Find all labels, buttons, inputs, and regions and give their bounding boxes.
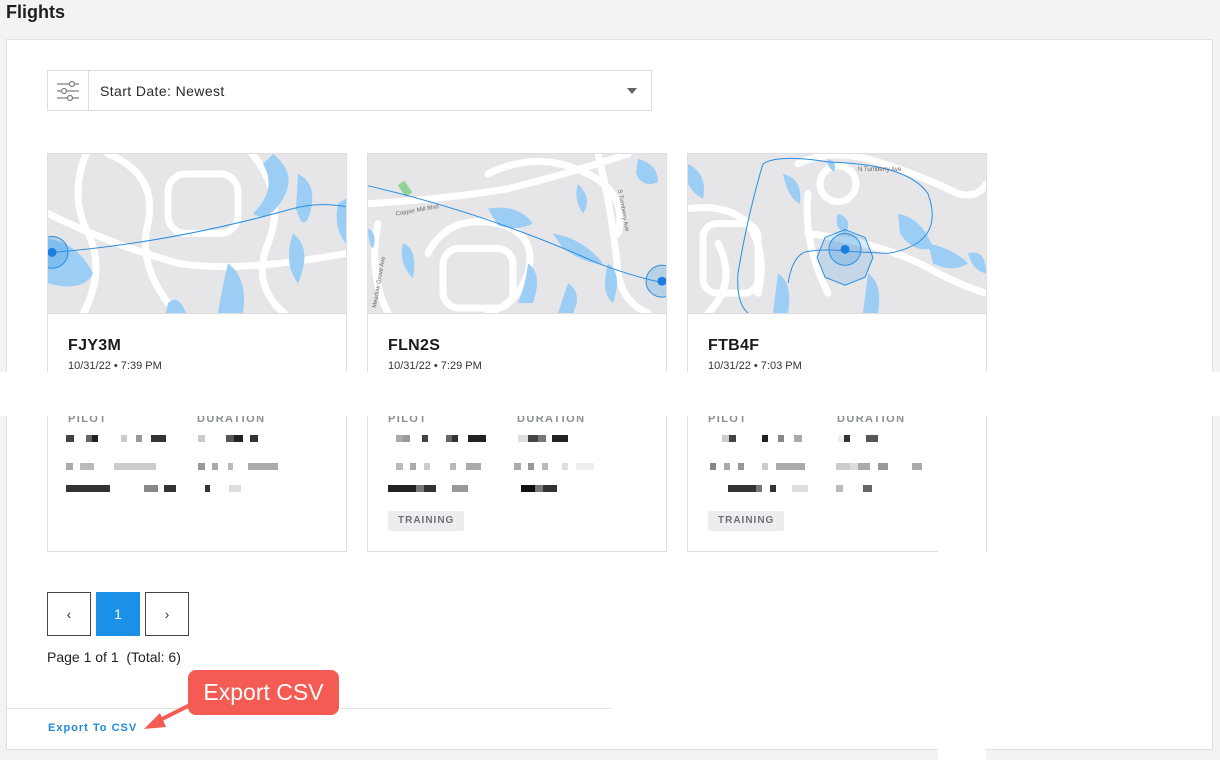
flight-map: N Turnberry Ave [688,154,986,314]
flight-date: 10/31/22 • 7:39 PM [68,360,162,372]
prev-page-button[interactable]: ‹ [47,592,91,636]
filter-button[interactable] [47,70,89,111]
blurred-row [198,463,278,470]
export-csv-link[interactable]: Export To CSV [48,722,137,734]
flight-id: FTB4F [708,337,760,354]
page-title: Flights [6,2,65,22]
flight-map [48,154,346,314]
sort-select[interactable]: Start Date: Newest [89,70,652,111]
image-seam [0,372,1220,416]
flight-date: 10/31/22 • 7:29 PM [388,360,482,372]
training-tag: TRAINING [708,511,785,531]
page-1-button[interactable]: 1 [96,592,140,636]
blurred-row [66,463,156,470]
flight-card[interactable]: N Turnberry Ave FTB4F 10/31/22 • 7:03 PM… [687,153,987,552]
page-info: Page 1 of 1 (Total: 6) [47,649,181,665]
blurred-pilot [722,435,802,442]
blurred-row [836,485,872,492]
panel-edge [938,550,986,760]
blurred-row [836,463,922,470]
flight-id: FLN2S [388,337,441,354]
flight-map: Copper Mill Blvd S Turnberry Ave Meadow … [368,154,666,314]
sliders-icon [57,80,79,101]
blurred-row [396,463,481,470]
training-tag: TRAINING [388,511,465,531]
blurred-row [521,485,557,492]
blurred-row [710,463,805,470]
map-street-label: Copper Mill Blvd [395,204,439,217]
flight-id: FJY3M [68,337,122,354]
blurred-row [728,485,808,492]
blurred-duration [198,435,258,442]
blurred-row [514,463,594,470]
map-street-label: N Turnberry Ave [858,167,902,173]
export-callout: Export CSV [188,670,339,715]
flight-card[interactable]: Copper Mill Blvd S Turnberry Ave Meadow … [367,153,667,552]
blurred-pilot [66,435,166,442]
sort-select-value: Start Date: Newest [100,82,225,99]
blurred-row [66,485,176,492]
blurred-duration [518,435,568,442]
caret-down-icon [627,88,637,94]
blurred-pilot [396,435,486,442]
blurred-row [205,485,241,492]
next-page-button[interactable]: › [145,592,189,636]
flight-card[interactable]: FJY3M 10/31/22 • 7:39 PM PILOT DURATION [47,153,347,552]
blurred-duration [838,435,878,442]
callout-arrow-icon [144,700,198,729]
flight-date: 10/31/22 • 7:03 PM [708,360,802,372]
blurred-row [388,485,468,492]
